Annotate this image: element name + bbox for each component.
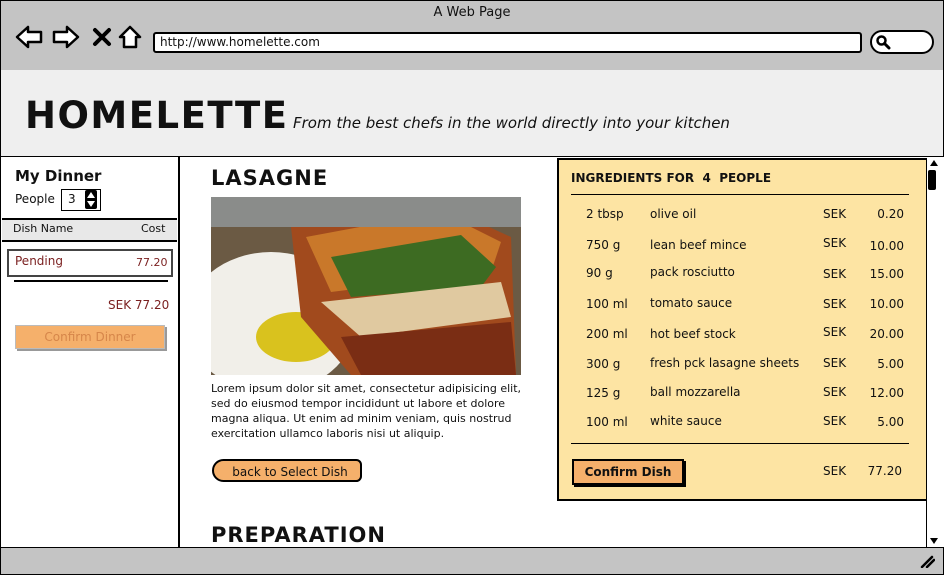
people-value: 3 [68,192,76,206]
ingredient-price: 10.00 [869,297,904,311]
ingredient-name: tomato sauce [650,296,733,310]
scroll-up-icon[interactable] [929,159,939,167]
ingredients-header: INGREDIENTS FOR 4 PEOPLE [571,171,771,185]
ingredient-qty: 125 g [586,386,621,400]
column-header-dish-name: Dish Name [13,222,74,235]
ingredient-price: 10.00 [869,239,904,253]
ingredient-price: 12.00 [869,386,904,400]
home-icon[interactable] [116,23,144,51]
ingredients-header-prefix: INGREDIENTS FOR [571,171,695,185]
ingredient-currency: SEK [823,414,847,428]
pending-dish-cost: 77.20 [136,256,168,269]
ingredient-price: 5.00 [877,415,904,429]
dinner-total: SEK 77.20 [108,298,170,312]
ingredient-currency: SEK [823,297,847,311]
ingredient-qty: 100 ml [586,415,628,429]
pending-dish-name: Pending [15,254,63,268]
ingredient-currency: SEK [823,356,847,370]
resize-grip-icon[interactable] [919,554,935,568]
confirm-dinner-button[interactable]: Confirm Dinner [15,325,165,349]
back-arrow-icon[interactable] [15,23,43,51]
scroll-down-icon[interactable] [929,537,939,545]
ingredient-price: 0.20 [877,207,904,221]
ingredient-qty: 750 g [586,238,621,252]
ingredient-name: ball mozzarella [650,385,741,399]
ingredient-name: fresh pck lasagne sheets [650,356,800,370]
window-title: A Web Page [433,5,511,20]
ingredient-currency: SEK [823,267,847,281]
scrollbar-thumb[interactable] [928,170,936,190]
dish-image [211,197,521,375]
site-title: HOMELETTE [25,94,289,137]
dinner-sidebar [0,157,180,547]
ingredient-qty: 200 ml [586,327,628,341]
ingredient-currency: SEK [823,325,847,339]
ingredient-currency: SEK [823,385,847,399]
browser-search-field[interactable] [870,30,934,54]
ingredient-qty: 300 g [586,357,621,371]
ingredient-name: hot beef stock [650,327,736,341]
ingredient-currency: SEK [823,236,847,250]
preparation-title: PREPARATION [211,523,386,543]
ingredient-name: white sauce [650,414,722,428]
people-label: People [15,192,55,206]
ingredient-name: lean beef mince [650,238,747,252]
status-bar [0,547,944,575]
search-icon [875,34,891,54]
dish-total-currency: SEK [823,464,847,478]
ingredients-header-suffix: PEOPLE [719,171,772,185]
my-dinner-title: My Dinner [15,167,102,185]
divider [571,443,909,444]
site-tagline: From the best chefs in the world directl… [293,114,730,132]
confirm-dish-button[interactable]: Confirm Dish [572,459,684,485]
ingredient-name: pack rosciutto [650,265,735,279]
forward-arrow-icon[interactable] [52,23,80,51]
dish-title: LASAGNE [211,166,329,190]
divider [14,280,168,282]
address-bar[interactable]: http://www.homelette.com [153,32,862,53]
vertical-scrollbar[interactable] [926,158,941,548]
ingredient-currency: SEK [823,207,847,221]
divider [571,194,909,195]
back-to-select-dish-button[interactable]: back to Select Dish [212,459,362,482]
dish-total-value: 77.20 [867,464,902,478]
ingredients-people-count: 4 [702,171,711,185]
ingredient-price: 5.00 [877,357,904,371]
ingredient-qty: 2 tbsp [586,207,624,221]
close-icon[interactable] [88,23,116,51]
ingredient-price: 20.00 [869,327,904,341]
ingredient-qty: 90 g [586,266,613,280]
ingredient-price: 15.00 [869,267,904,281]
stepper-arrows-icon[interactable] [85,190,97,209]
ingredient-qty: 100 ml [586,297,628,311]
column-header-cost: Cost [141,222,166,235]
dish-description: Lorem ipsum dolor sit amet, consectetur … [211,382,522,440]
ingredient-name: olive oil [650,207,697,221]
